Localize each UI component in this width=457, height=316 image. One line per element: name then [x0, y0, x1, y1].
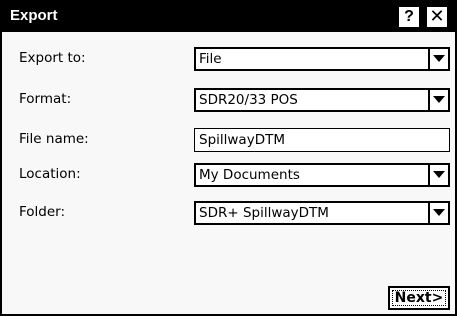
- next-button[interactable]: Next>: [388, 286, 450, 310]
- file-name-input[interactable]: SpillwayDTM: [194, 128, 450, 152]
- export-to-label: Export to:: [19, 50, 86, 66]
- export-dialog: Export ? ✕ Export to: File Format: SDR20…: [0, 0, 457, 316]
- folder-dropdown-button[interactable]: [428, 203, 448, 223]
- location-row: Location: My Documents: [2, 163, 455, 187]
- chevron-down-icon: [433, 171, 445, 178]
- folder-row: Folder: SDR+ SpillwayDTM: [2, 201, 455, 225]
- close-button[interactable]: ✕: [426, 6, 448, 28]
- help-button[interactable]: ?: [398, 6, 420, 28]
- format-label: Format:: [19, 91, 72, 107]
- export-to-select[interactable]: File: [194, 47, 450, 71]
- format-dropdown-button[interactable]: [428, 90, 448, 110]
- chevron-down-icon: [433, 96, 445, 103]
- format-value: SDR20/33 POS: [199, 92, 298, 108]
- title-bar: Export ? ✕: [2, 2, 455, 32]
- export-to-value: File: [199, 51, 222, 67]
- window-title: Export: [10, 7, 58, 24]
- folder-label: Folder:: [19, 204, 66, 220]
- folder-value: SDR+ SpillwayDTM: [199, 205, 329, 221]
- format-row: Format: SDR20/33 POS: [2, 88, 455, 112]
- file-name-label: File name:: [19, 131, 89, 147]
- location-value: My Documents: [199, 167, 300, 183]
- next-button-label: Next>: [392, 290, 446, 306]
- file-name-row: File name: SpillwayDTM: [2, 128, 455, 152]
- file-name-value: SpillwayDTM: [199, 132, 285, 148]
- chevron-down-icon: [433, 209, 445, 216]
- folder-select[interactable]: SDR+ SpillwayDTM: [194, 201, 450, 225]
- location-dropdown-button[interactable]: [428, 165, 448, 185]
- export-to-dropdown-button[interactable]: [428, 49, 448, 69]
- location-label: Location:: [19, 166, 81, 182]
- location-select[interactable]: My Documents: [194, 163, 450, 187]
- chevron-down-icon: [433, 55, 445, 62]
- format-select[interactable]: SDR20/33 POS: [194, 88, 450, 112]
- export-to-row: Export to: File: [2, 47, 455, 71]
